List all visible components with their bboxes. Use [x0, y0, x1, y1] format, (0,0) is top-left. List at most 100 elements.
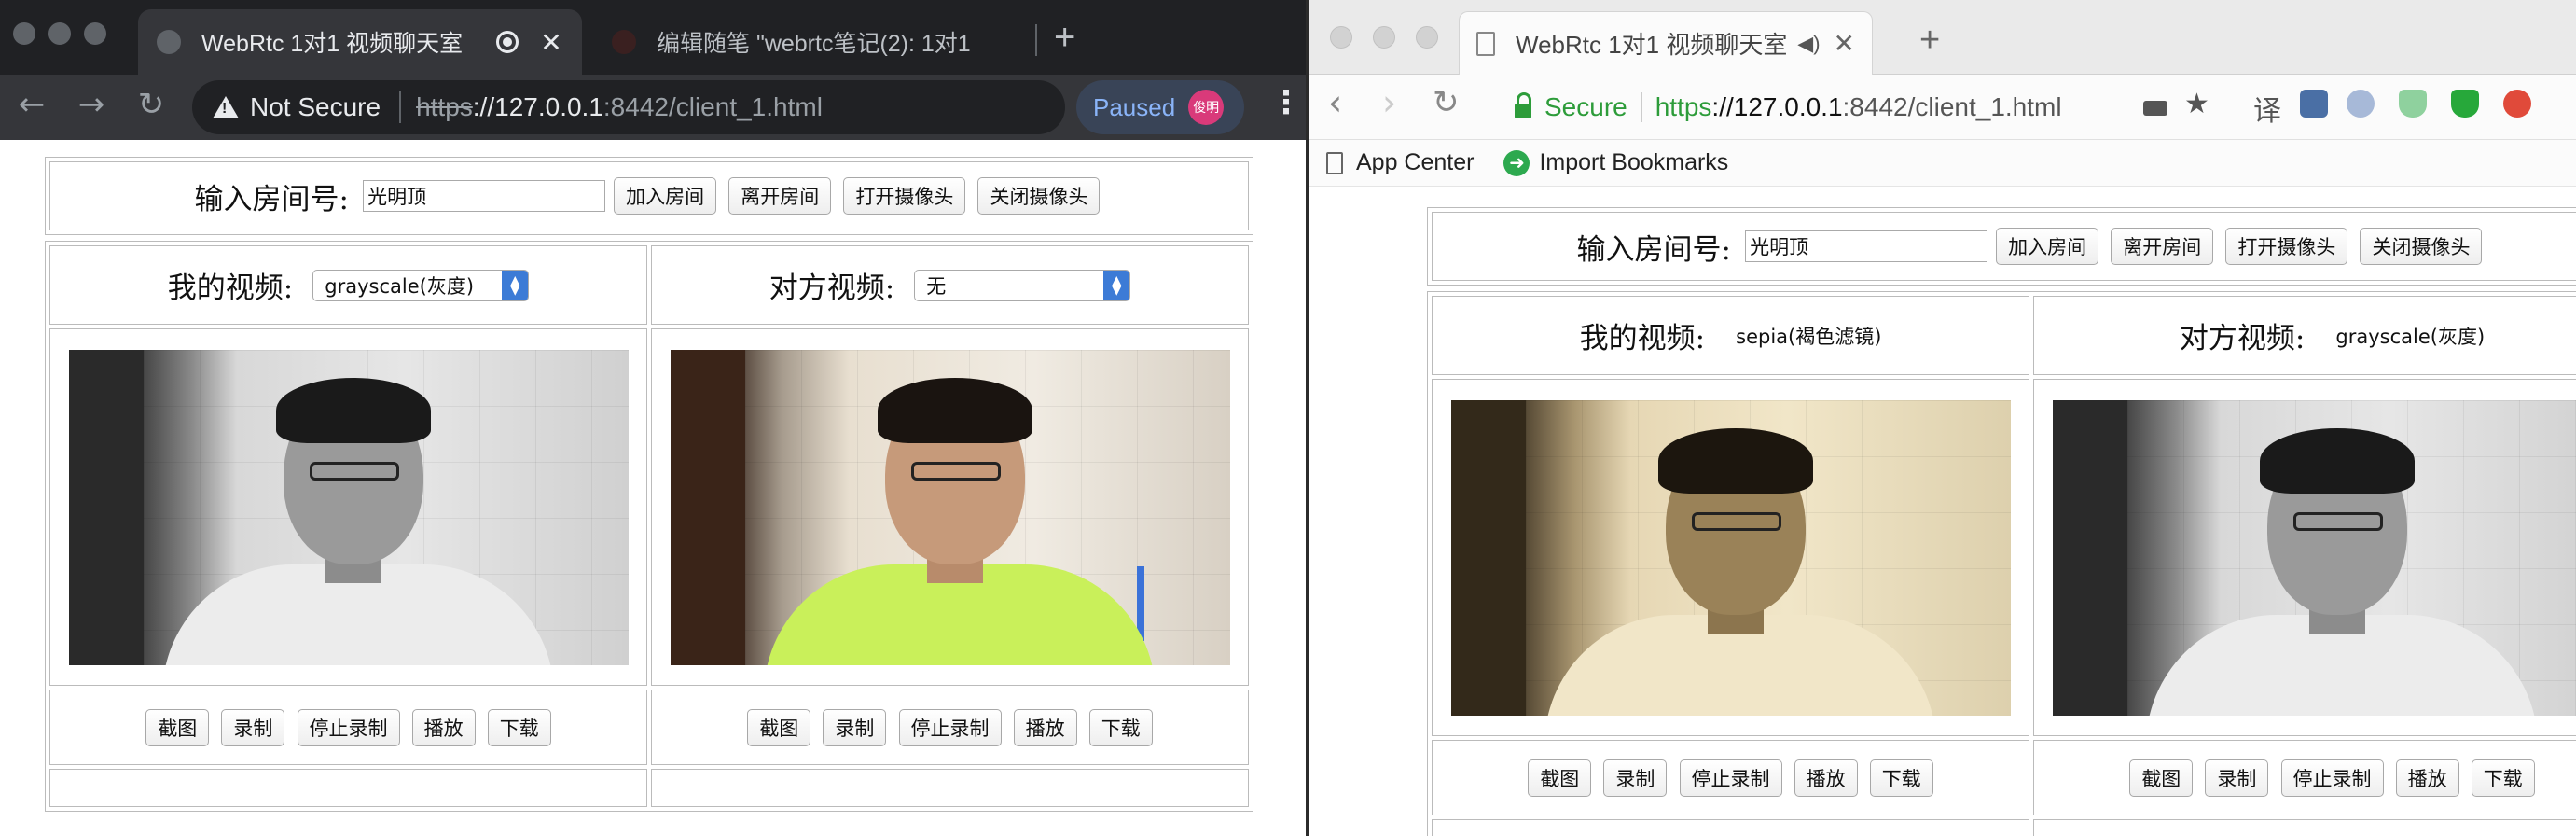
download-button[interactable]: 下载: [1869, 759, 1933, 797]
tab-divider: [1035, 24, 1037, 56]
safari-toolbar: ‹ › ↻ Secure https://127.0.0.1:8442/clie…: [1309, 75, 2576, 140]
site-icon: [612, 30, 636, 54]
new-tab-button[interactable]: +: [1919, 21, 1940, 61]
back-icon[interactable]: ‹: [1328, 82, 1342, 123]
my-video-cell: [49, 328, 647, 687]
reload-icon[interactable]: ↻: [1433, 84, 1460, 121]
open-camera-button[interactable]: 打开摄像头: [2225, 228, 2348, 265]
download-button[interactable]: 下载: [487, 708, 551, 746]
extension-icon[interactable]: [2503, 90, 2531, 118]
stop-record-button[interactable]: 停止录制: [2280, 759, 2384, 797]
door: [670, 349, 745, 665]
star-icon[interactable]: ★: [2184, 88, 2209, 120]
empty-cell: [651, 769, 1249, 807]
feather-icon[interactable]: [2347, 90, 2375, 118]
stop-record-button[interactable]: 停止录制: [297, 708, 400, 746]
tab-edit-post[interactable]: 编辑随笔 "webrtc笔记(2): 1对1: [593, 9, 1028, 75]
join-room-button[interactable]: 加入房间: [614, 177, 717, 215]
leave-room-button[interactable]: 离开房间: [2111, 228, 2214, 265]
close-window-button[interactable]: [13, 22, 35, 45]
snapshot-button[interactable]: 截图: [145, 708, 210, 746]
url-path: :8442/client_1.html: [1842, 92, 2062, 121]
minimize-window-button[interactable]: [1373, 26, 1395, 49]
back-icon[interactable]: ←: [13, 86, 50, 123]
my-filter-select[interactable]: grayscale(灰度) ▲ ▼: [312, 269, 530, 301]
zoom-window-button[interactable]: [1416, 26, 1438, 49]
download-button[interactable]: 下载: [1088, 708, 1153, 746]
play-button[interactable]: 播放: [1013, 708, 1077, 746]
adblock-shield-icon[interactable]: [2451, 90, 2479, 118]
join-room-button[interactable]: 加入房间: [1996, 228, 2099, 265]
close-camera-button[interactable]: 关闭摄像头: [2360, 228, 2483, 265]
peer-actions: 截图 录制 停止录制 播放 下载: [651, 690, 1249, 766]
bookmark-app-center[interactable]: App Center: [1326, 149, 1474, 176]
video-table: 我的视频: grayscale(灰度) ▲ ▼ 对方视频: 无 ▲ ▼ 截图 录…: [45, 241, 1253, 812]
play-button[interactable]: 播放: [1794, 759, 1858, 797]
peer-video-cell: [651, 328, 1249, 687]
snapshot-button[interactable]: 截图: [747, 708, 811, 746]
close-window-button[interactable]: [1330, 26, 1352, 49]
profile-status: Paused: [1093, 92, 1176, 121]
close-tab-icon[interactable]: ✕: [1834, 28, 1855, 59]
shield-icon[interactable]: [2399, 90, 2427, 118]
close-tab-icon[interactable]: ✕: [539, 27, 563, 58]
record-button[interactable]: 录制: [2205, 759, 2269, 797]
tab-title: WebRtc 1对1 视频聊天室: [201, 31, 464, 57]
leave-room-button[interactable]: 离开房间: [728, 177, 832, 215]
record-button[interactable]: 录制: [823, 708, 887, 746]
profile-button[interactable]: Paused 俊明: [1076, 80, 1244, 134]
speaker-icon[interactable]: ◀): [1797, 32, 1820, 56]
camera-icon[interactable]: [2143, 101, 2167, 116]
my-video-header: 我的视频: sepia(褐色滤镜): [1432, 296, 2029, 376]
stop-record-button[interactable]: 停止录制: [898, 708, 1002, 746]
play-button[interactable]: 播放: [2395, 759, 2459, 797]
bookmark-import[interactable]: ➜ Import Bookmarks: [1503, 149, 1728, 176]
room-input[interactable]: [1745, 230, 1988, 262]
url-text[interactable]: https://127.0.0.1:8442/client_1.html: [416, 92, 823, 122]
my-actions: 截图 录制 停止录制 播放 下载: [49, 690, 647, 766]
download-button[interactable]: 下载: [2471, 759, 2535, 797]
peer-actions: 截图 录制 停止录制 播放 下载: [2033, 740, 2576, 816]
new-tab-button[interactable]: +: [1054, 17, 1075, 59]
peer-video[interactable]: [670, 349, 1230, 665]
door: [68, 349, 144, 665]
stop-record-button[interactable]: 停止录制: [1679, 759, 1782, 797]
my-filter-value[interactable]: sepia(褐色滤镜): [1736, 326, 1881, 348]
peer-video-cell: [2033, 379, 2576, 737]
forward-icon[interactable]: ›: [1382, 82, 1396, 123]
tab-webrtc[interactable]: WebRtc 1对1 视频聊天室 ✕: [138, 9, 582, 75]
page-viewport: 输入房间号: 加入房间 离开房间 打开摄像头 关闭摄像头 我的视频: grays…: [0, 140, 1306, 836]
room-table: 输入房间号: 加入房间 离开房间 打开摄像头 关闭摄像头: [45, 157, 1253, 235]
minimize-window-button[interactable]: [48, 22, 71, 45]
close-camera-button[interactable]: 关闭摄像头: [977, 177, 1101, 215]
translate-icon[interactable]: 译: [2253, 88, 2281, 129]
peer-filter-value[interactable]: grayscale(灰度): [2335, 326, 2485, 348]
my-video[interactable]: [68, 349, 629, 665]
security-label[interactable]: Not Secure: [250, 92, 381, 122]
hair: [275, 377, 431, 443]
room-input[interactable]: [363, 180, 606, 212]
peer-video[interactable]: [2052, 399, 2576, 716]
tab-webrtc[interactable]: WebRtc 1对1 视频聊天室 ◀) ✕: [1459, 11, 1873, 75]
more-menu-icon[interactable]: ⋮: [1270, 84, 1302, 121]
contact-card-icon[interactable]: [2300, 90, 2328, 118]
recording-icon: [496, 31, 519, 53]
snapshot-button[interactable]: 截图: [2129, 759, 2194, 797]
reload-icon[interactable]: ↻: [132, 86, 170, 123]
zoom-window-button[interactable]: [84, 22, 106, 45]
address-bar[interactable]: Secure https://127.0.0.1:8442/client_1.h…: [1515, 80, 2062, 134]
record-button[interactable]: 录制: [1603, 759, 1668, 797]
forward-icon[interactable]: →: [73, 86, 110, 123]
snapshot-button[interactable]: 截图: [1528, 759, 1592, 797]
omnibox[interactable]: Not Secure https://127.0.0.1:8442/client…: [192, 80, 1235, 134]
empty-cell: [49, 769, 647, 807]
play-button[interactable]: 播放: [411, 708, 476, 746]
peer-video-header: 对方视频: 无 ▲ ▼: [651, 245, 1249, 326]
empty-cell: [2033, 819, 2576, 836]
my-video[interactable]: [1450, 399, 2011, 716]
safari-window: WebRtc 1对1 视频聊天室 ◀) ✕ + ‹ › ↻ Secure htt…: [1309, 0, 2576, 836]
record-button[interactable]: 录制: [221, 708, 285, 746]
peer-filter-select[interactable]: 无 ▲ ▼: [914, 269, 1131, 301]
url-scheme: https: [1655, 92, 1712, 121]
open-camera-button[interactable]: 打开摄像头: [843, 177, 966, 215]
